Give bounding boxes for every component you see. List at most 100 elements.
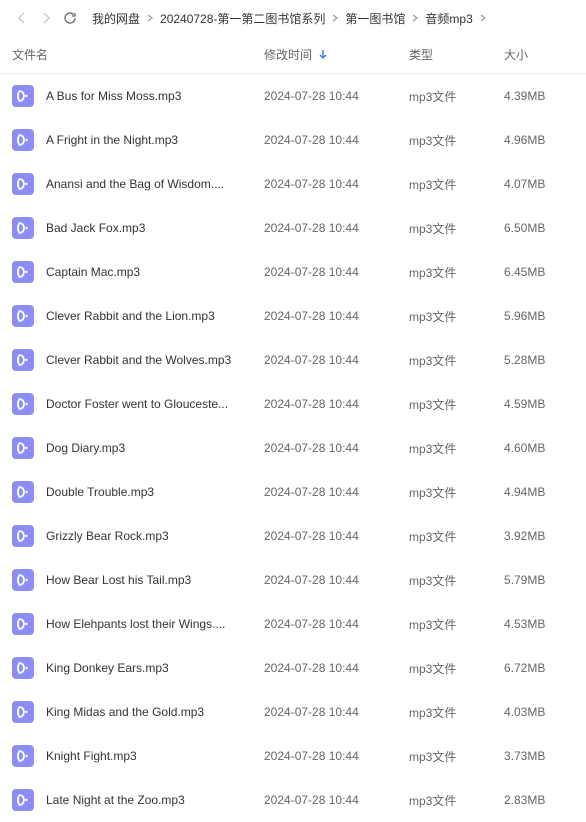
back-button[interactable] — [12, 8, 32, 28]
file-type: mp3文件 — [409, 352, 504, 369]
file-name: Captain Mac.mp3 — [46, 265, 264, 279]
file-row[interactable]: Doctor Foster went to Glouceste...2024-0… — [0, 382, 586, 426]
file-size: 6.45MB — [504, 265, 574, 279]
file-size: 5.79MB — [504, 573, 574, 587]
file-row[interactable]: Late Night at the Zoo.mp32024-07-28 10:4… — [0, 778, 586, 822]
file-size: 4.39MB — [504, 89, 574, 103]
file-size: 4.53MB — [504, 617, 574, 631]
chevron-right-icon — [146, 11, 154, 25]
file-name: Clever Rabbit and the Lion.mp3 — [46, 309, 264, 323]
file-type: mp3文件 — [409, 528, 504, 545]
file-type: mp3文件 — [409, 308, 504, 325]
file-time: 2024-07-28 10:44 — [264, 89, 409, 103]
file-name: A Fright in the Night.mp3 — [46, 133, 264, 147]
file-type: mp3文件 — [409, 616, 504, 633]
breadcrumb: 我的网盘 20240728-第一第二图书馆系列 第一图书馆 音频mp3 — [92, 10, 574, 27]
file-time: 2024-07-28 10:44 — [264, 485, 409, 499]
file-type: mp3文件 — [409, 440, 504, 457]
file-row[interactable]: Bad Jack Fox.mp32024-07-28 10:44mp3文件6.5… — [0, 206, 586, 250]
audio-file-icon — [12, 129, 34, 151]
breadcrumb-item[interactable]: 音频mp3 — [425, 10, 472, 27]
breadcrumb-item[interactable]: 第一图书馆 — [345, 10, 405, 27]
file-time: 2024-07-28 10:44 — [264, 749, 409, 763]
file-size: 5.28MB — [504, 353, 574, 367]
file-size: 4.60MB — [504, 441, 574, 455]
file-row[interactable]: A Bus for Miss Moss.mp32024-07-28 10:44m… — [0, 74, 586, 118]
file-size: 4.03MB — [504, 705, 574, 719]
file-time: 2024-07-28 10:44 — [264, 661, 409, 675]
file-time: 2024-07-28 10:44 — [264, 265, 409, 279]
file-time: 2024-07-28 10:44 — [264, 793, 409, 807]
audio-file-icon — [12, 173, 34, 195]
file-row[interactable]: Grizzly Bear Rock.mp32024-07-28 10:44mp3… — [0, 514, 586, 558]
file-name: Grizzly Bear Rock.mp3 — [46, 529, 264, 543]
file-time: 2024-07-28 10:44 — [264, 133, 409, 147]
file-name: Doctor Foster went to Glouceste... — [46, 397, 264, 411]
col-header-type[interactable]: 类型 — [409, 46, 504, 63]
file-name: A Bus for Miss Moss.mp3 — [46, 89, 264, 103]
audio-file-icon — [12, 481, 34, 503]
file-type: mp3文件 — [409, 704, 504, 721]
file-size: 4.94MB — [504, 485, 574, 499]
file-name: Dog Diary.mp3 — [46, 441, 264, 455]
file-row[interactable]: How Elehpants lost their Wings....2024-0… — [0, 602, 586, 646]
file-row[interactable]: Anansi and the Bag of Wisdom....2024-07-… — [0, 162, 586, 206]
audio-file-icon — [12, 261, 34, 283]
audio-file-icon — [12, 437, 34, 459]
file-type: mp3文件 — [409, 792, 504, 809]
column-header: 文件名 修改时间 类型 大小 — [0, 36, 586, 74]
file-name: How Bear Lost his Tail.mp3 — [46, 573, 264, 587]
file-name: Double Trouble.mp3 — [46, 485, 264, 499]
file-type: mp3文件 — [409, 220, 504, 237]
file-type: mp3文件 — [409, 572, 504, 589]
file-row[interactable]: Clever Rabbit and the Wolves.mp32024-07-… — [0, 338, 586, 382]
file-name: Anansi and the Bag of Wisdom.... — [46, 177, 264, 191]
file-size: 4.96MB — [504, 133, 574, 147]
file-time: 2024-07-28 10:44 — [264, 397, 409, 411]
file-size: 3.73MB — [504, 749, 574, 763]
file-size: 3.92MB — [504, 529, 574, 543]
file-type: mp3文件 — [409, 396, 504, 413]
file-row[interactable]: Captain Mac.mp32024-07-28 10:44mp3文件6.45… — [0, 250, 586, 294]
audio-file-icon — [12, 349, 34, 371]
col-header-name[interactable]: 文件名 — [12, 46, 264, 63]
chevron-right-icon — [331, 11, 339, 25]
chevron-right-icon — [479, 11, 487, 25]
file-time: 2024-07-28 10:44 — [264, 529, 409, 543]
col-header-size[interactable]: 大小 — [504, 46, 574, 63]
file-name: Knight Fight.mp3 — [46, 749, 264, 763]
audio-file-icon — [12, 613, 34, 635]
file-row[interactable]: Clever Rabbit and the Lion.mp32024-07-28… — [0, 294, 586, 338]
file-type: mp3文件 — [409, 264, 504, 281]
audio-file-icon — [12, 789, 34, 811]
file-size: 6.50MB — [504, 221, 574, 235]
file-row[interactable]: How Bear Lost his Tail.mp32024-07-28 10:… — [0, 558, 586, 602]
file-row[interactable]: Knight Fight.mp32024-07-28 10:44mp3文件3.7… — [0, 734, 586, 778]
file-type: mp3文件 — [409, 176, 504, 193]
file-row[interactable]: King Midas and the Gold.mp32024-07-28 10… — [0, 690, 586, 734]
file-type: mp3文件 — [409, 660, 504, 677]
refresh-button[interactable] — [60, 8, 80, 28]
sort-desc-icon — [318, 48, 328, 62]
file-row[interactable]: Dog Diary.mp32024-07-28 10:44mp3文件4.60MB — [0, 426, 586, 470]
file-time: 2024-07-28 10:44 — [264, 221, 409, 235]
file-type: mp3文件 — [409, 132, 504, 149]
audio-file-icon — [12, 85, 34, 107]
file-type: mp3文件 — [409, 484, 504, 501]
file-list: A Bus for Miss Moss.mp32024-07-28 10:44m… — [0, 74, 586, 822]
file-time: 2024-07-28 10:44 — [264, 309, 409, 323]
audio-file-icon — [12, 393, 34, 415]
col-header-time[interactable]: 修改时间 — [264, 46, 409, 63]
file-type: mp3文件 — [409, 88, 504, 105]
file-size: 4.07MB — [504, 177, 574, 191]
forward-button[interactable] — [36, 8, 56, 28]
breadcrumb-item[interactable]: 我的网盘 — [92, 10, 140, 27]
file-row[interactable]: Double Trouble.mp32024-07-28 10:44mp3文件4… — [0, 470, 586, 514]
breadcrumb-item[interactable]: 20240728-第一第二图书馆系列 — [160, 10, 325, 27]
audio-file-icon — [12, 305, 34, 327]
file-row[interactable]: King Donkey Ears.mp32024-07-28 10:44mp3文… — [0, 646, 586, 690]
audio-file-icon — [12, 525, 34, 547]
chevron-right-icon — [411, 11, 419, 25]
toolbar: 我的网盘 20240728-第一第二图书馆系列 第一图书馆 音频mp3 — [0, 0, 586, 36]
file-row[interactable]: A Fright in the Night.mp32024-07-28 10:4… — [0, 118, 586, 162]
